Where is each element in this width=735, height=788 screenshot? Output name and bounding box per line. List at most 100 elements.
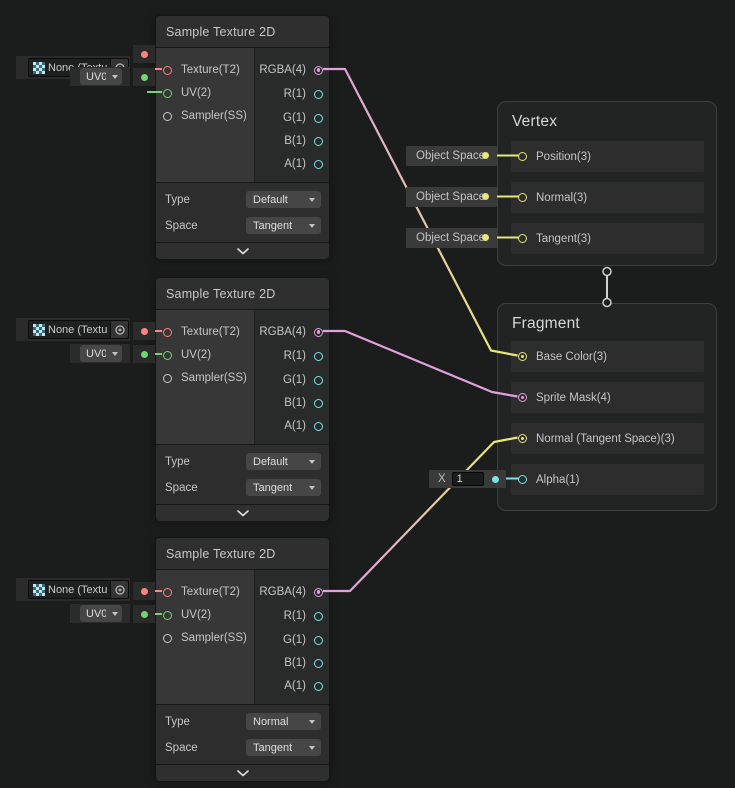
alpha-input-port[interactable] [518, 475, 527, 484]
port-label: B(1) [284, 397, 306, 409]
position-space-binding[interactable]: Object Space [406, 146, 497, 166]
port-dot-box [133, 45, 155, 63]
connector-top-handle[interactable] [603, 268, 611, 276]
space-dropdown[interactable]: Tangent [246, 739, 321, 756]
rgba-output-port[interactable] [314, 328, 323, 337]
g-output-port[interactable] [314, 636, 323, 645]
edge-texture3-rgba-to-normal-tangent-space[interactable] [323, 438, 518, 592]
rgba-output-port[interactable] [314, 66, 323, 75]
tangent-block-row[interactable]: Tangent(3) [511, 223, 704, 254]
tangent-space-binding[interactable]: Object Space [406, 228, 497, 248]
sample-texture-2d-node-2[interactable]: Sample Texture 2D Texture(T2) UV(2) Samp… [155, 277, 330, 520]
collapse-chevron-button[interactable] [156, 764, 329, 781]
collapse-chevron-button[interactable] [156, 504, 329, 521]
normal-space-binding[interactable]: Object Space [406, 187, 497, 207]
binding-port-dot [482, 152, 489, 159]
a-output-port[interactable] [314, 160, 323, 169]
normal-tangent-space-block-row[interactable]: Normal (Tangent Space)(3) [511, 423, 704, 454]
normal-tangent-space-input-port[interactable] [518, 434, 527, 443]
uv-dropdown-strip: UV0 [70, 604, 130, 623]
dropdown-arrow-icon [309, 198, 315, 202]
texture-port-dot [141, 51, 148, 58]
alpha-value-input[interactable] [452, 472, 484, 486]
object-picker-button[interactable] [110, 581, 128, 598]
binding-port-dot [482, 193, 489, 200]
port-label: R(1) [284, 88, 306, 100]
node-title: Sample Texture 2D [156, 538, 329, 570]
port-label: RGBA(4) [259, 64, 306, 76]
r-output-port[interactable] [314, 90, 323, 99]
position-input-port[interactable] [518, 152, 527, 161]
r-output-port[interactable] [314, 352, 323, 361]
port-dot-box [133, 322, 155, 340]
node-title: Sample Texture 2D [156, 278, 329, 310]
r-output-port[interactable] [314, 612, 323, 621]
texture-object-field[interactable]: None (Textu [28, 580, 129, 599]
type-dropdown[interactable]: Default [246, 191, 321, 208]
texture-asset-icon [33, 62, 45, 74]
port-label: R(1) [284, 610, 306, 622]
normal-input-port[interactable] [518, 193, 527, 202]
texture-object-field[interactable]: None (Textu [28, 320, 129, 339]
object-picker-button[interactable] [110, 321, 128, 338]
g-output-port[interactable] [314, 376, 323, 385]
sampler-input-port[interactable] [163, 374, 172, 383]
sampler-input-port[interactable] [163, 112, 172, 121]
a-output-port[interactable] [314, 422, 323, 431]
base-color-block-row[interactable]: Base Color(3) [511, 341, 704, 372]
texture-asset-icon [33, 584, 45, 596]
node-settings: Type Normal Space Tangent [156, 704, 329, 765]
port-label: RGBA(4) [259, 586, 306, 598]
space-dropdown[interactable]: Tangent [246, 479, 321, 496]
uv-input-port[interactable] [163, 351, 172, 360]
uv-input-port[interactable] [163, 89, 172, 98]
edge-texture2-rgba-to-sprite-mask[interactable] [323, 331, 518, 397]
texture-input-port[interactable] [163, 66, 172, 75]
port-dot-box [133, 605, 155, 623]
space-dropdown[interactable]: Tangent [246, 217, 321, 234]
texture-field-strip: None (Textu [16, 318, 130, 341]
type-dropdown[interactable]: Normal [246, 713, 321, 730]
texture-input-port[interactable] [163, 588, 172, 597]
node-settings: Type Default Space Tangent [156, 444, 329, 505]
b-output-port[interactable] [314, 399, 323, 408]
sampler-input-port[interactable] [163, 634, 172, 643]
fragment-title: Fragment [512, 315, 580, 333]
uv-channel-dropdown[interactable]: UV0 [80, 605, 122, 622]
texture-input-port[interactable] [163, 328, 172, 337]
g-output-port[interactable] [314, 114, 323, 123]
collapse-chevron-button[interactable] [156, 242, 329, 259]
port-label: B(1) [284, 135, 306, 147]
port-label: Sampler(SS) [181, 372, 247, 384]
dropdown-arrow-icon [309, 720, 315, 724]
alpha-default-widget: X [429, 470, 506, 488]
base-color-input-port[interactable] [518, 352, 527, 361]
sample-texture-2d-node-1[interactable]: Sample Texture 2D Texture(T2) UV(2) Samp… [155, 15, 330, 258]
edge-texture1-rgba-to-base-color[interactable] [323, 69, 518, 356]
port-dot-box [133, 582, 155, 600]
vertex-title: Vertex [512, 113, 557, 131]
uv-input-port[interactable] [163, 611, 172, 620]
sample-texture-2d-node-3[interactable]: Sample Texture 2D Texture(T2) UV(2) Samp… [155, 537, 330, 780]
uv-port-dot [141, 611, 148, 618]
texture-asset-icon [33, 324, 45, 336]
position-block-row[interactable]: Position(3) [511, 141, 704, 172]
uv-channel-dropdown[interactable]: UV0 [80, 345, 122, 362]
alpha-block-row[interactable]: Alpha(1) [511, 464, 704, 495]
a-output-port[interactable] [314, 682, 323, 691]
type-dropdown[interactable]: Default [246, 453, 321, 470]
sprite-mask-block-row[interactable]: Sprite Mask(4) [511, 382, 704, 413]
object-picker-icon [114, 324, 126, 336]
tangent-input-port[interactable] [518, 234, 527, 243]
b-output-port[interactable] [314, 659, 323, 668]
uv-port-dot [141, 351, 148, 358]
uv-channel-dropdown[interactable]: UV0 [80, 68, 122, 85]
fragment-context-node[interactable]: Fragment Base Color(3) Sprite Mask(4) No… [497, 303, 717, 511]
texture-field-value: None (Textu [48, 584, 110, 596]
b-output-port[interactable] [314, 137, 323, 146]
sprite-mask-input-port[interactable] [518, 393, 527, 402]
dropdown-arrow-icon [309, 486, 315, 490]
vertex-context-node[interactable]: Vertex Position(3) Normal(3) Tangent(3) [497, 101, 717, 266]
normal-block-row[interactable]: Normal(3) [511, 182, 704, 213]
rgba-output-port[interactable] [314, 588, 323, 597]
